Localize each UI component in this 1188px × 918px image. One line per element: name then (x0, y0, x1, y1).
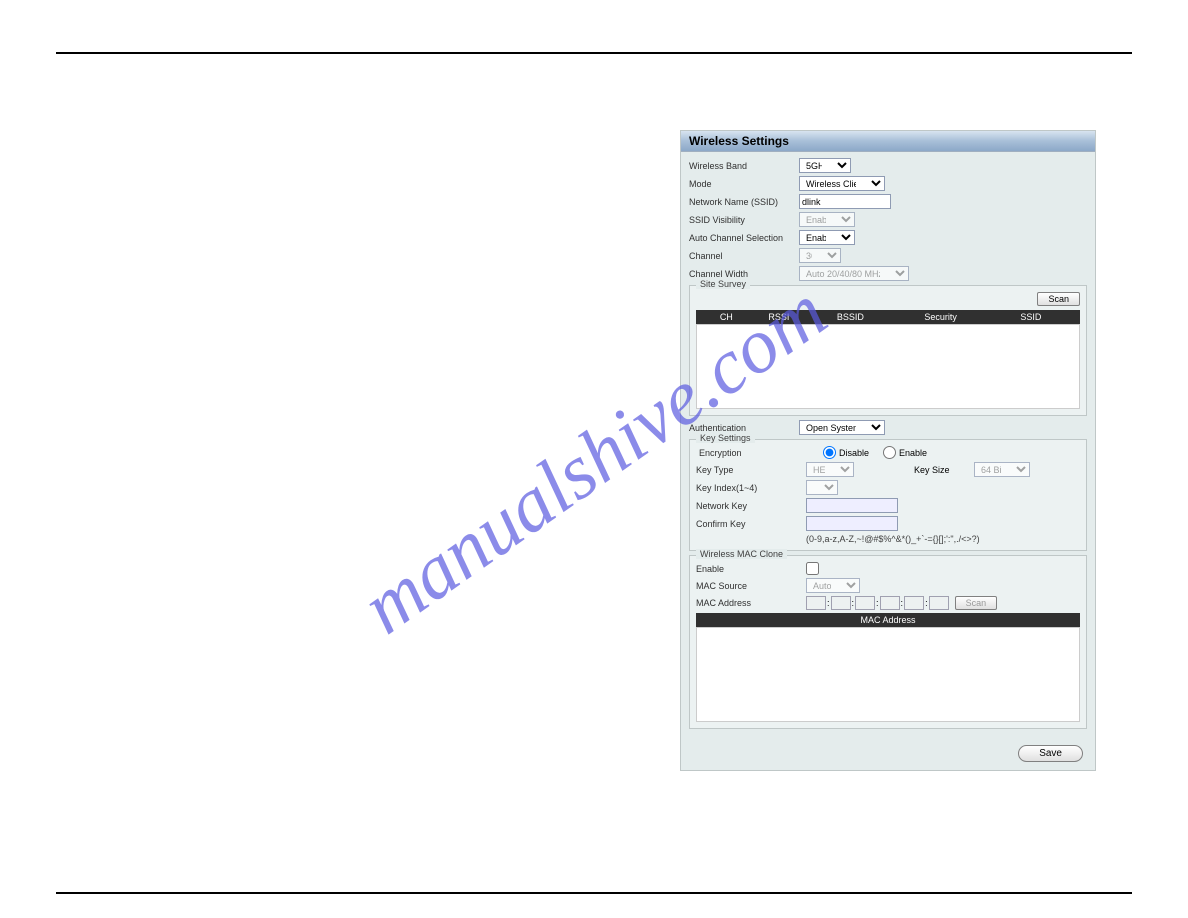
mac-clone-group: Wireless MAC Clone Enable MAC Source Aut… (689, 555, 1087, 729)
network-key-input (806, 498, 898, 513)
mac-clone-legend: Wireless MAC Clone (696, 549, 787, 559)
encryption-enable-radio[interactable] (883, 446, 896, 459)
mac-table-col: MAC Address (860, 615, 915, 625)
channel-width-label: Channel Width (689, 269, 799, 279)
ssid-label: Network Name (SSID) (689, 197, 799, 207)
page-divider-top (56, 52, 1132, 54)
mac-octet-1 (806, 596, 826, 610)
mac-table-body (696, 627, 1080, 722)
mac-enable-label: Enable (696, 564, 806, 574)
encryption-disable-radio[interactable] (823, 446, 836, 459)
network-key-label: Network Key (696, 501, 806, 511)
mac-octet-6 (929, 596, 949, 610)
channel-label: Channel (689, 251, 799, 261)
page-divider-bottom (56, 892, 1132, 894)
mac-octet-5 (904, 596, 924, 610)
key-size-select: 64 Bits (974, 462, 1030, 477)
authentication-label: Authentication (689, 423, 799, 433)
auto-channel-select[interactable]: Enable (799, 230, 855, 245)
mac-scan-button: Scan (955, 596, 998, 610)
wireless-band-select[interactable]: 5GHz (799, 158, 851, 173)
key-index-select: 1 (806, 480, 838, 495)
key-size-label: Key Size (914, 465, 974, 475)
site-survey-group: Site Survey Scan CH RSSI BSSID Security … (689, 285, 1087, 416)
key-type-label: Key Type (696, 465, 806, 475)
mode-select[interactable]: Wireless Client (799, 176, 885, 191)
site-survey-scan-button[interactable]: Scan (1037, 292, 1080, 306)
col-rssi: RSSI (753, 312, 806, 322)
save-button[interactable]: Save (1018, 745, 1083, 762)
site-survey-legend: Site Survey (696, 279, 750, 289)
confirm-key-input (806, 516, 898, 531)
authentication-select[interactable]: Open System (799, 420, 885, 435)
mode-label: Mode (689, 179, 799, 189)
encryption-disable-label: Disable (839, 448, 869, 458)
mac-table-header: MAC Address (696, 613, 1080, 627)
site-survey-table-header: CH RSSI BSSID Security SSID (696, 310, 1080, 324)
confirm-key-label: Confirm Key (696, 519, 806, 529)
mac-octet-2 (831, 596, 851, 610)
auto-channel-label: Auto Channel Selection (689, 233, 799, 243)
channel-width-select: Auto 20/40/80 MHz (799, 266, 909, 281)
mac-source-label: MAC Source (696, 581, 806, 591)
channel-select: 36 (799, 248, 841, 263)
col-ssid: SSID (986, 312, 1076, 322)
mac-source-select: Auto (806, 578, 860, 593)
encryption-enable-label: Enable (899, 448, 927, 458)
key-settings-group: Key Settings Encryption Disable Enable K… (689, 439, 1087, 551)
mac-address-label: MAC Address (696, 598, 806, 608)
key-hint-text: (0-9,a-z,A-Z,~!@#$%^&*()_+`-={}[];':",./… (696, 534, 1080, 544)
key-type-select: HEX (806, 462, 854, 477)
col-bssid: BSSID (805, 312, 895, 322)
ssid-visibility-label: SSID Visibility (689, 215, 799, 225)
wireless-band-label: Wireless Band (689, 161, 799, 171)
col-security: Security (895, 312, 985, 322)
key-settings-legend: Key Settings (696, 433, 755, 443)
panel-title: Wireless Settings (681, 131, 1095, 152)
encryption-label: Encryption (699, 448, 809, 458)
wireless-settings-panel: Wireless Settings Wireless Band 5GHz Mod… (680, 130, 1096, 771)
mac-octet-3 (855, 596, 875, 610)
key-index-label: Key Index(1~4) (696, 483, 806, 493)
col-ch: CH (700, 312, 753, 322)
mac-enable-checkbox[interactable] (806, 562, 819, 575)
mac-octet-4 (880, 596, 900, 610)
ssid-visibility-select: Enable (799, 212, 855, 227)
ssid-input[interactable] (799, 194, 891, 209)
site-survey-table-body (696, 324, 1080, 409)
